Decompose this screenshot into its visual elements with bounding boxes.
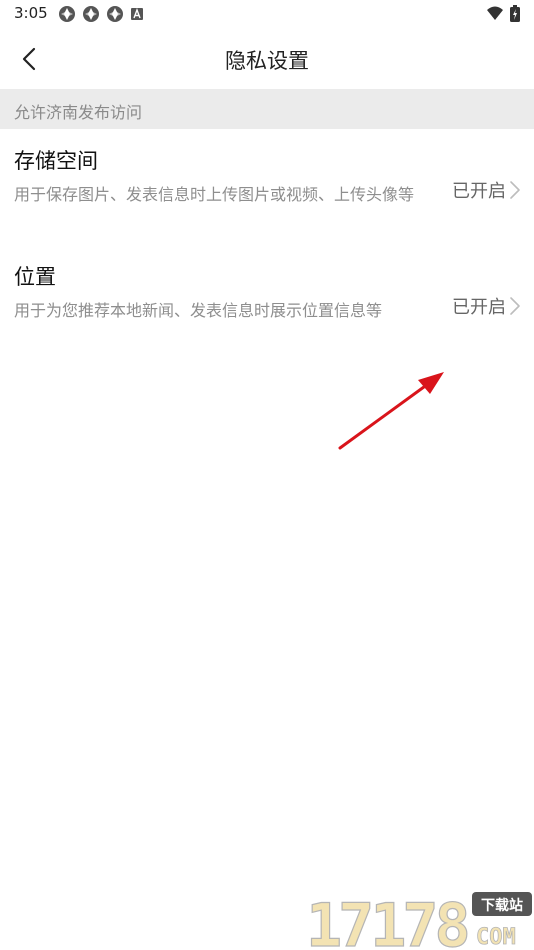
app-notification-icon — [107, 6, 123, 22]
permission-description: 用于为您推荐本地新闻、发表信息时展示位置信息等 — [14, 301, 383, 320]
permission-item-storage[interactable]: 存储空间 用于保存图片、发表信息时上传图片或视频、上传头像等 已开启 — [0, 145, 534, 245]
section-header: 允许济南发布访问 — [0, 89, 534, 129]
status-time: 3:05 — [14, 4, 48, 22]
permission-description: 用于保存图片、发表信息时上传图片或视频、上传头像等 — [14, 185, 415, 204]
watermark-badge: 下载站 — [481, 897, 523, 914]
watermark-logo: 17178 下载站 COM — [305, 890, 532, 950]
section-title: 允许济南发布访问 — [14, 103, 143, 122]
app-notification-icon — [83, 6, 99, 22]
accessibility-notification-icon — [131, 8, 143, 20]
chevron-right-icon — [510, 181, 520, 199]
system-icons — [486, 5, 520, 22]
app-header: 隐私设置 — [0, 30, 534, 88]
permission-title: 存储空间 — [14, 149, 98, 173]
privacy-settings-screen: 3:05 隐私设置 允许济南发布访问 存储空间 用于保存图片、发表信息时上传图片… — [0, 0, 534, 950]
notification-icons — [58, 5, 144, 23]
battery-charging-icon — [510, 5, 520, 22]
permission-item-location[interactable]: 位置 用于为您推荐本地新闻、发表信息时展示位置信息等 已开启 — [0, 261, 534, 361]
wifi-icon — [487, 6, 503, 20]
watermark-suffix: COM — [476, 925, 516, 950]
page-title: 隐私设置 — [225, 49, 309, 73]
permission-status: 已开启 — [452, 181, 506, 202]
watermark-number: 17178 — [306, 891, 467, 950]
permission-status: 已开启 — [452, 297, 506, 318]
chevron-right-icon — [510, 297, 520, 315]
annotation-arrow — [338, 372, 444, 450]
status-bar: 3:05 — [0, 0, 534, 28]
permission-title: 位置 — [14, 265, 56, 289]
site-watermark: 17178 下载站 COM — [304, 888, 534, 950]
app-notification-icon — [59, 6, 75, 22]
